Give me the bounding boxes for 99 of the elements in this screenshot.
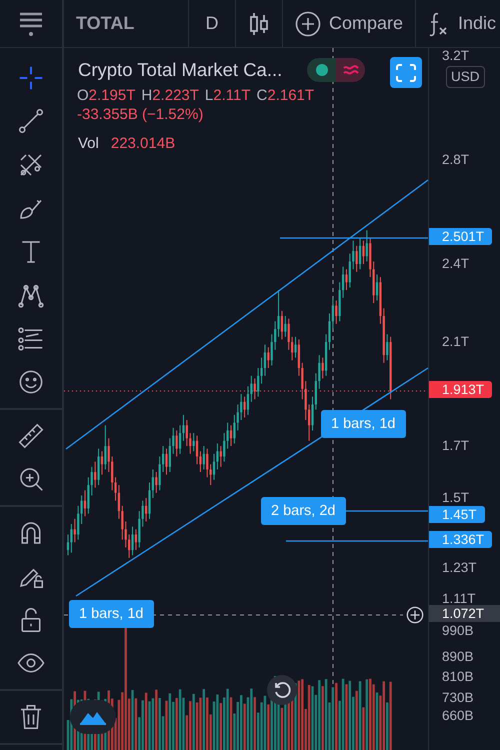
candlestick bbox=[322, 357, 324, 379]
price-change: -33.355B (−1.52%) bbox=[77, 106, 204, 123]
axis-label: 2.1T bbox=[442, 335, 470, 350]
candlestick bbox=[358, 238, 362, 270]
status-dot-button[interactable] bbox=[307, 58, 336, 82]
horizontal-line[interactable] bbox=[286, 540, 428, 542]
fullscreen-button[interactable] bbox=[390, 57, 422, 88]
wave-button[interactable] bbox=[336, 58, 365, 82]
candlestick bbox=[264, 344, 266, 376]
trend-line[interactable] bbox=[76, 367, 428, 597]
axis-label: 660B bbox=[442, 709, 474, 724]
candlestick bbox=[176, 430, 178, 457]
candlestick bbox=[178, 424, 182, 454]
currency-button[interactable]: USD bbox=[446, 66, 485, 88]
wave-icon bbox=[342, 63, 358, 77]
indicators-button[interactable]: Indic bbox=[428, 10, 496, 36]
candlestick bbox=[212, 453, 216, 480]
axis-label: 890B bbox=[442, 650, 474, 664]
price-label: 1.45T bbox=[429, 506, 485, 523]
candlestick bbox=[386, 334, 388, 361]
candlestick bbox=[94, 461, 96, 488]
candlestick bbox=[186, 420, 188, 447]
candlestick bbox=[284, 316, 286, 338]
axis-label: 1.23T bbox=[442, 561, 477, 576]
reset-button[interactable] bbox=[267, 675, 297, 705]
candlestick bbox=[97, 448, 100, 486]
candlestick bbox=[84, 490, 86, 517]
candlestick bbox=[165, 448, 168, 476]
candlestick bbox=[332, 297, 334, 330]
measure-label: 2 bars, 2d bbox=[261, 497, 346, 525]
candlestick bbox=[366, 230, 368, 262]
price-label: 1.072T bbox=[429, 605, 500, 622]
axis-label: 1.7T bbox=[442, 439, 470, 454]
ruler-icon[interactable] bbox=[16, 420, 46, 451]
candlestick bbox=[220, 446, 222, 468]
price-label: 1.913T bbox=[429, 381, 492, 398]
plus-circle-icon bbox=[295, 10, 321, 36]
ohlc-value: C2.161T bbox=[256, 87, 314, 104]
candlestick bbox=[280, 310, 284, 340]
plus-circle-icon[interactable] bbox=[406, 606, 424, 624]
horizontal-line[interactable] bbox=[343, 510, 428, 512]
candlestick bbox=[254, 378, 256, 400]
candlestick bbox=[202, 446, 205, 470]
interval-button[interactable]: D bbox=[206, 13, 218, 34]
candlestick bbox=[74, 518, 76, 543]
trend-line[interactable] bbox=[66, 179, 428, 450]
symbol-name[interactable]: TOTAL bbox=[76, 13, 134, 34]
candlestick bbox=[246, 386, 250, 416]
candlestick bbox=[335, 300, 338, 324]
candlestick bbox=[311, 396, 314, 431]
candlestick bbox=[250, 375, 252, 402]
axis-label: 1.11T bbox=[442, 592, 476, 606]
candlestick bbox=[267, 346, 270, 369]
axis-label: 2.8T bbox=[442, 153, 470, 168]
axis-label: 730B bbox=[442, 691, 474, 706]
volume-label: Vol bbox=[78, 135, 99, 152]
axis-label: 1.5T bbox=[442, 491, 470, 506]
compare-button[interactable]: Compare bbox=[295, 10, 404, 36]
candlestick bbox=[376, 274, 378, 301]
price-label: 2.501T bbox=[429, 228, 492, 245]
measure-label: 1 bars, 1d bbox=[69, 600, 154, 628]
candlestick bbox=[328, 312, 331, 350]
axis-label: 990B bbox=[442, 624, 474, 638]
candlestick bbox=[104, 424, 106, 470]
dot-icon bbox=[316, 64, 328, 76]
reset-icon bbox=[273, 681, 291, 699]
axis-label: 810B bbox=[442, 670, 474, 684]
horizontal-line[interactable] bbox=[280, 237, 428, 239]
candlestick bbox=[345, 268, 348, 291]
fullscreen-icon bbox=[396, 64, 416, 82]
candlestick bbox=[152, 468, 154, 499]
candlestick bbox=[70, 524, 72, 554]
candlestick bbox=[348, 253, 351, 288]
price-label: 1.336T bbox=[429, 531, 492, 548]
ohlc-value: L2.11T bbox=[204, 87, 251, 104]
candlestick bbox=[294, 336, 297, 358]
candlestick bbox=[356, 245, 358, 272]
candlestick bbox=[196, 435, 198, 465]
candlestick bbox=[114, 476, 117, 502]
ohlc-value: H2.223T bbox=[141, 87, 199, 104]
candlestick bbox=[233, 414, 236, 444]
candlestick bbox=[155, 472, 158, 494]
candlestick bbox=[362, 240, 365, 265]
measure-label: 1 bars, 1d bbox=[321, 410, 406, 438]
candles-icon[interactable] bbox=[248, 10, 270, 36]
candlestick bbox=[277, 290, 280, 338]
candlestick bbox=[168, 438, 171, 473]
candlestick bbox=[230, 424, 232, 447]
axis-label: 2.4T bbox=[442, 257, 470, 272]
chart-title: Crypto Total Market Ca... bbox=[78, 59, 282, 81]
candlestick bbox=[199, 450, 202, 473]
candlestick bbox=[128, 534, 130, 558]
candlestick bbox=[134, 528, 138, 551]
logo-button[interactable] bbox=[70, 700, 116, 734]
volume-value: 223.014B bbox=[110, 135, 176, 152]
axis-label: 3.2T bbox=[442, 49, 470, 64]
candlestick bbox=[131, 526, 134, 556]
candlestick bbox=[100, 450, 104, 476]
ohlc-value: O2.195T bbox=[77, 87, 136, 104]
